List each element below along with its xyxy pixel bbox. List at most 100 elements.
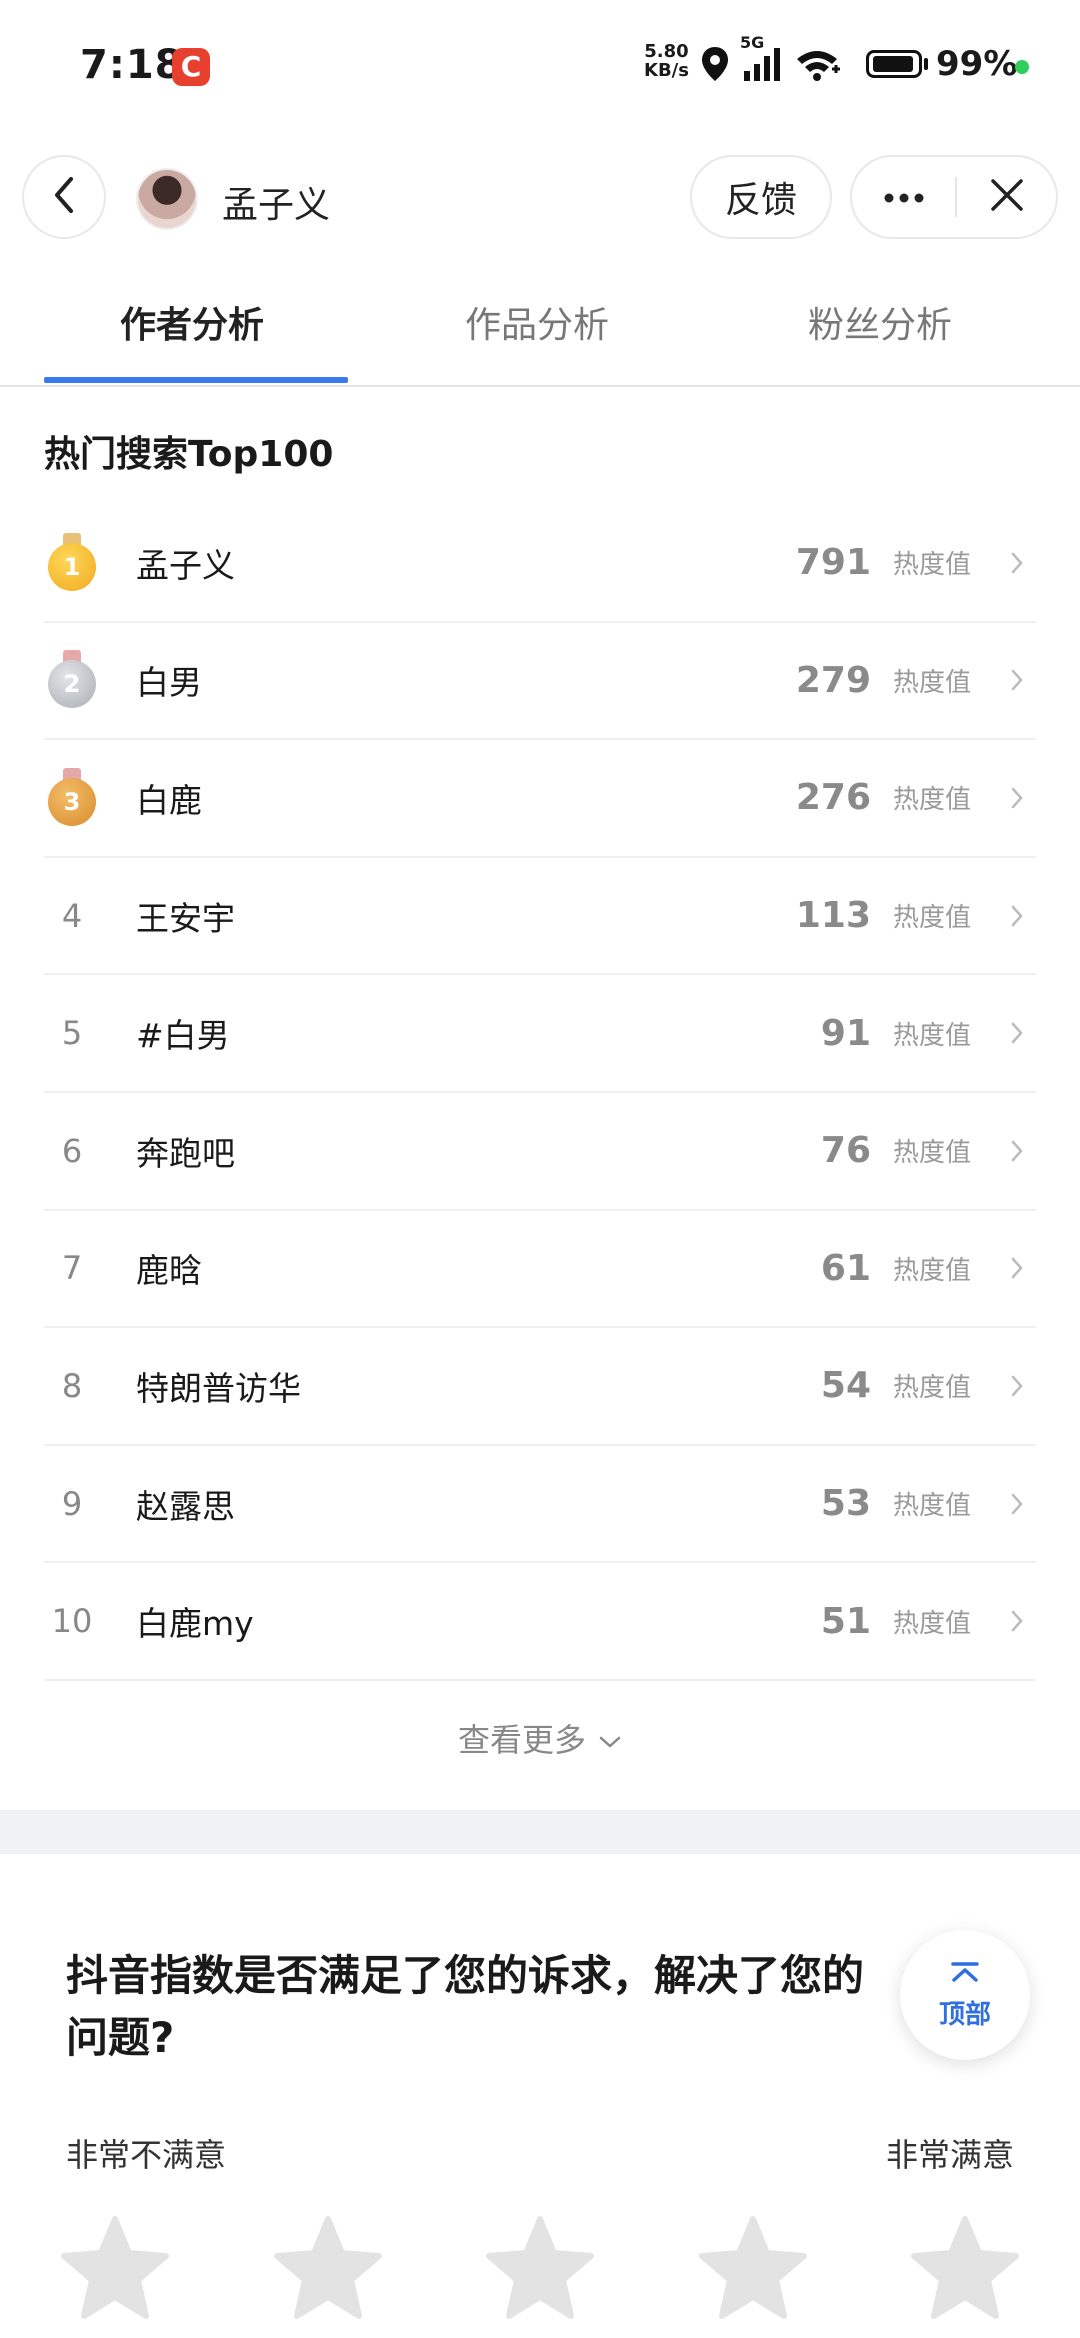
- heat-value: 53: [820, 1483, 871, 1525]
- tab-bar: 作者分析 作品分析 粉丝分析: [0, 270, 1080, 387]
- status-icons: 5G: [700, 33, 840, 87]
- network-speed-unit: KB/s: [644, 60, 689, 81]
- app-notification-icon: C: [172, 48, 210, 86]
- keyword: 特朗普访华: [136, 1368, 301, 1408]
- close-button[interactable]: [956, 157, 1058, 237]
- battery-icon: [866, 50, 922, 78]
- more-dots-icon: [884, 188, 924, 207]
- rank-number: 8: [61, 1366, 83, 1405]
- chevron-left-icon: [51, 175, 77, 219]
- hot-search-list: 1 孟子义 791 热度值 2 白男 279 热度值 3 白鹿 276 热度值: [44, 505, 1036, 1681]
- heat-value: 61: [820, 1247, 871, 1289]
- survey-question: 抖音指数是否满足了您的诉求，解决了您的 问题?: [66, 1945, 946, 2069]
- star-icon[interactable]: [60, 2215, 170, 2320]
- battery-percent: 99%: [936, 44, 1018, 84]
- signal-icon: 5G: [740, 33, 782, 85]
- network-speed: 5.80 KB/s: [644, 42, 689, 80]
- keyword: 奔跑吧: [136, 1133, 235, 1173]
- chevron-right-icon: [1010, 740, 1024, 856]
- keyword: 鹿晗: [136, 1251, 202, 1291]
- heat-unit: 热度值: [892, 1608, 971, 1639]
- rank-number: 7: [61, 1249, 83, 1288]
- tab-author-analysis[interactable]: 作者分析: [120, 296, 264, 348]
- status-time: 7:18: [80, 42, 184, 88]
- survey-question-line-2: 问题?: [66, 2013, 175, 2062]
- list-item[interactable]: 4 王安宇 113 热度值: [44, 858, 1036, 976]
- chevron-right-icon: [1010, 1328, 1024, 1444]
- rank-number: 4: [61, 896, 83, 935]
- tab-fans-analysis[interactable]: 粉丝分析: [808, 296, 952, 348]
- gold-medal-icon: 1: [48, 532, 96, 593]
- keyword: 王安宇: [136, 898, 235, 938]
- heat-unit: 热度值: [892, 1138, 971, 1169]
- chevron-right-icon: [1010, 1093, 1024, 1209]
- rank-number: 9: [61, 1484, 83, 1523]
- rank-medal: 2: [44, 623, 100, 739]
- list-item[interactable]: 1 孟子义 791 热度值: [44, 505, 1036, 623]
- heat-unit: 热度值: [892, 1020, 971, 1051]
- rank-number: 6: [61, 1131, 83, 1170]
- section-title: 热门搜索Top100: [44, 434, 334, 475]
- back-to-top-label: 顶部: [938, 1999, 991, 2030]
- list-item[interactable]: 2 白男 279 热度值: [44, 623, 1036, 741]
- back-to-top-button[interactable]: 顶部: [900, 1930, 1030, 2060]
- more-button[interactable]: [852, 157, 956, 237]
- list-item[interactable]: 10 白鹿my 51 热度值: [44, 1563, 1036, 1681]
- keyword: 白鹿: [136, 780, 202, 820]
- heat-unit: 热度值: [892, 550, 971, 581]
- rank-number: 5: [61, 1014, 83, 1053]
- location-icon: [700, 45, 730, 87]
- bronze-medal-icon: 3: [48, 767, 96, 828]
- keyword: 白男: [136, 663, 202, 703]
- heat-value: 113: [795, 895, 871, 937]
- heat-value: 91: [820, 1012, 871, 1054]
- star-icon[interactable]: [698, 2215, 808, 2320]
- rating-high-label: 非常满意: [885, 2136, 1014, 2174]
- heat-unit: 热度值: [892, 1491, 971, 1522]
- list-item[interactable]: 7 鹿晗 61 热度值: [44, 1211, 1036, 1329]
- chevron-right-icon: [1010, 1446, 1024, 1562]
- rank-medal: 1: [44, 505, 100, 621]
- list-item[interactable]: 6 奔跑吧 76 热度值: [44, 1093, 1036, 1211]
- view-more-label: 查看更多: [457, 1721, 586, 1759]
- star-icon[interactable]: [273, 2215, 383, 2320]
- charging-indicator: [1015, 60, 1029, 74]
- wifi-icon: [794, 47, 840, 85]
- heat-value: 279: [795, 659, 871, 701]
- silver-medal-icon: 2: [48, 650, 96, 710]
- list-item[interactable]: 3 白鹿 276 热度值: [44, 740, 1036, 858]
- chevron-right-icon: [1010, 1563, 1024, 1679]
- chevron-right-icon: [1010, 858, 1024, 974]
- list-item[interactable]: 8 特朗普访华 54 热度值: [44, 1328, 1036, 1446]
- list-item[interactable]: 9 赵露思 53 热度值: [44, 1446, 1036, 1564]
- rank-medal: 3: [44, 740, 100, 856]
- close-icon: [990, 178, 1024, 216]
- battery-tip: [924, 58, 928, 70]
- tab-works-analysis[interactable]: 作品分析: [465, 296, 609, 348]
- star-icon[interactable]: [485, 2215, 595, 2320]
- chevron-right-icon: [1010, 975, 1024, 1091]
- feedback-button[interactable]: 反馈: [690, 155, 832, 239]
- heat-unit: 热度值: [892, 667, 971, 698]
- keyword: 赵露思: [136, 1486, 235, 1526]
- heat-unit: 热度值: [892, 1373, 971, 1404]
- view-more-button[interactable]: 查看更多: [0, 1715, 1080, 1761]
- star-icon[interactable]: [910, 2215, 1020, 2320]
- status-bar: 7:18 C 5.80 KB/s 5G 99%: [0, 0, 1080, 135]
- heat-unit: 热度值: [892, 903, 971, 934]
- chevron-down-icon: [586, 1721, 622, 1759]
- heat-value: 54: [820, 1365, 871, 1407]
- keyword: #白男: [136, 1016, 230, 1056]
- list-item[interactable]: 5 #白男 91 热度值: [44, 975, 1036, 1093]
- heat-value: 276: [795, 777, 871, 819]
- network-speed-value: 5.80: [644, 41, 689, 62]
- chevron-right-icon: [1010, 1211, 1024, 1327]
- survey-question-line-1: 抖音指数是否满足了您的诉求，解决了您的: [66, 1951, 865, 2000]
- rating-low-label: 非常不满意: [66, 2136, 227, 2174]
- back-button[interactable]: [22, 155, 106, 239]
- chevron-right-icon: [1010, 505, 1024, 621]
- author-name[interactable]: 孟子义: [222, 176, 330, 228]
- heat-unit: 热度值: [892, 1255, 971, 1286]
- avatar[interactable]: [136, 168, 198, 230]
- star-rating: [60, 2215, 1020, 2320]
